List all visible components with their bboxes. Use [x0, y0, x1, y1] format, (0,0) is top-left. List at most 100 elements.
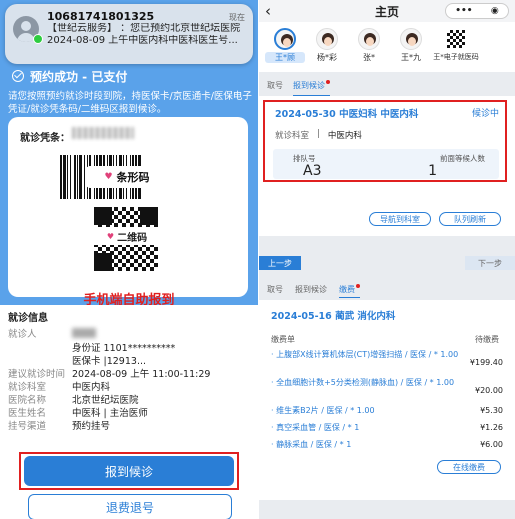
avatar	[400, 28, 422, 50]
info-key: 医生姓名	[8, 408, 47, 419]
refund-button[interactable]: 退费退号	[28, 494, 232, 519]
bill-item: · 维生素B2片 / 医保 / * 1.00 ¥5.30	[271, 406, 507, 416]
patient-name: 王*电子就医码	[433, 53, 479, 61]
voucher-card: 就诊凭条： ♥ 条形码 ♥ 二维码	[8, 117, 248, 297]
info-row: 就诊科室 中医内科	[8, 381, 250, 394]
info-row: 就诊人	[8, 328, 250, 342]
navigate-dept-button[interactable]: 导航到科室	[369, 212, 431, 226]
home-panel: ‹ 主页 ••• ◉ 王*顾 杨*彩 张* 王*九 王*电子就医码 取号 报到候诊…	[259, 0, 515, 519]
bill-title: 2024-05-16 蔺武 消化内科	[271, 311, 396, 322]
info-value: 预约挂号	[72, 421, 111, 432]
item-text: · 上腹部X线计算机体层(CT)增强扫描 / 医保 / * 1.00	[271, 350, 459, 359]
notification-time: 现在	[229, 13, 245, 22]
info-value: 中医内科	[72, 382, 111, 393]
bill-item: · 上腹部X线计算机体层(CT)增强扫描 / 医保 / * 1.00 ¥199.4…	[271, 350, 507, 367]
heart-icon: ♥	[106, 231, 115, 241]
info-row: 医院名称 北京世纪坛医院	[8, 394, 250, 407]
more-icon[interactable]: •••	[455, 6, 472, 16]
close-target-icon[interactable]: ◉	[491, 6, 499, 16]
booking-status-text: 预约成功 - 已支付	[30, 69, 128, 84]
bill-item: · 静脉采血 / 医保 / * 1 ¥6.00	[271, 440, 507, 450]
item-text: · 维生素B2片 / 医保 / * 1.00	[271, 406, 375, 415]
qrcode-tag-text: 二维码	[117, 232, 148, 244]
bill-status: 待缴费	[475, 335, 499, 344]
patient-item[interactable]: 杨*彩	[307, 28, 347, 72]
notification-line2: 2024-08-09 上午中医内科中医科医生号...	[47, 35, 238, 46]
info-key: 挂号渠道	[8, 421, 47, 432]
info-value: 北京世纪坛医院	[72, 395, 139, 406]
info-row: 医生姓名 中医科 | 主治医师	[8, 407, 250, 420]
qrcode-tag: ♥ 二维码	[94, 227, 160, 245]
item-text: · 全血细胞计数+5分类检测(静脉血) / 医保 / * 1.00	[271, 378, 455, 387]
patient-item[interactable]: 王*九	[391, 28, 431, 72]
medical-qrcode-item[interactable]: 王*电子就医码	[433, 28, 479, 72]
service-tabs-2: 取号 报到候诊 缴费	[259, 284, 515, 298]
service-tabs: 取号 报到候诊	[259, 80, 515, 96]
patient-name: 王*九	[401, 53, 421, 62]
voucher-label: 就诊凭条：	[20, 133, 70, 144]
info-key	[8, 342, 72, 355]
info-key: 医院名称	[8, 395, 47, 406]
tab-take-number[interactable]: 取号	[267, 80, 283, 96]
highlight-box	[263, 100, 507, 182]
item-amount: ¥6.00	[480, 440, 503, 449]
pay-online-button[interactable]: 在线缴费	[437, 460, 501, 474]
item-amount: ¥199.40	[469, 358, 503, 367]
info-row: 挂号渠道 预约挂号	[8, 420, 250, 433]
patient-item[interactable]: 张*	[349, 28, 389, 72]
info-key: 建议就诊时间	[8, 369, 66, 380]
page-title: 主页	[374, 4, 399, 19]
highlight-box	[19, 452, 239, 490]
avatar	[358, 28, 380, 50]
tab-label: 缴费	[339, 285, 355, 294]
info-value: 中医科 | 主治医师	[72, 408, 148, 419]
info-value: 身份证 1101**********	[72, 343, 176, 354]
tab-payment[interactable]: 缴费	[339, 284, 360, 298]
notification-sender: 10681741801325	[47, 10, 155, 23]
appointment-panel: 10681741801325 现在 【世纪云服务】 ：您已预约北京世纪坛医院 2…	[0, 0, 258, 519]
avatar	[274, 28, 296, 50]
voucher-number-blurred	[72, 127, 134, 139]
checkin-tip: 请您按照预约就诊时段到院，持医保卡/京医通卡/医保电子凭证/就诊凭条码/二维码区…	[8, 91, 252, 115]
badge-dot	[356, 284, 360, 288]
screen: 10681741801325 现在 【世纪云服务】 ：您已预约北京世纪坛医院 2…	[0, 0, 515, 519]
patient-name: 王*顾	[265, 52, 305, 63]
capsule-menu[interactable]: ••• ◉	[445, 3, 509, 19]
patient-item[interactable]: 王*顾	[265, 28, 305, 72]
nav-header: ‹ 主页 ••• ◉	[259, 0, 515, 22]
info-value	[72, 328, 96, 342]
item-text: · 真空采血管 / 医保 / * 1	[271, 423, 360, 432]
back-icon[interactable]: ‹	[265, 2, 271, 20]
booking-status: 预约成功 - 已支付	[0, 66, 258, 86]
tab-label: 报到候诊	[293, 81, 325, 90]
info-title: 就诊信息	[8, 313, 48, 324]
message-app-icon	[33, 34, 43, 44]
bill-item: · 真空采血管 / 医保 / * 1 ¥1.26	[271, 423, 507, 433]
bill-item: · 全血细胞计数+5分类检测(静脉血) / 医保 / * 1.00 ¥20.00	[271, 378, 507, 395]
patient-name: 杨*彩	[317, 53, 337, 62]
avatar	[316, 28, 338, 50]
item-amount: ¥20.00	[475, 386, 503, 395]
qrcode-icon	[447, 30, 465, 48]
info-key: 就诊人	[8, 329, 37, 340]
info-row: 身份证 1101**********	[8, 342, 250, 355]
next-step-button[interactable]: 下一步	[465, 256, 515, 270]
patient-name-blurred	[72, 328, 96, 338]
info-key	[8, 355, 72, 368]
info-value: 2024-08-09 上午 11:00-11:29	[72, 369, 211, 380]
prev-step-button[interactable]: 上一步	[259, 256, 301, 270]
patient-name: 张*	[363, 53, 375, 62]
heart-icon: ♥	[104, 172, 113, 182]
refresh-queue-button[interactable]: 队列刷新	[439, 212, 501, 226]
tab-report-wait[interactable]: 报到候诊	[293, 80, 330, 96]
info-key: 就诊科室	[8, 382, 47, 393]
tab-report-wait[interactable]: 报到候诊	[295, 284, 327, 298]
item-text: · 静脉采血 / 医保 / * 1	[271, 440, 352, 449]
info-value: 医保卡 |12913...	[72, 356, 147, 367]
patient-switcher: 王*顾 杨*彩 张* 王*九 王*电子就医码	[259, 22, 515, 72]
tab-take-number[interactable]: 取号	[267, 284, 283, 298]
info-row: 医保卡 |12913...	[8, 355, 250, 368]
notification-line1: 【世纪云服务】 ：您已预约北京世纪坛医院	[47, 23, 241, 34]
check-circle-icon	[12, 70, 24, 82]
sms-notification[interactable]: 10681741801325 现在 【世纪云服务】 ：您已预约北京世纪坛医院 2…	[5, 4, 253, 64]
